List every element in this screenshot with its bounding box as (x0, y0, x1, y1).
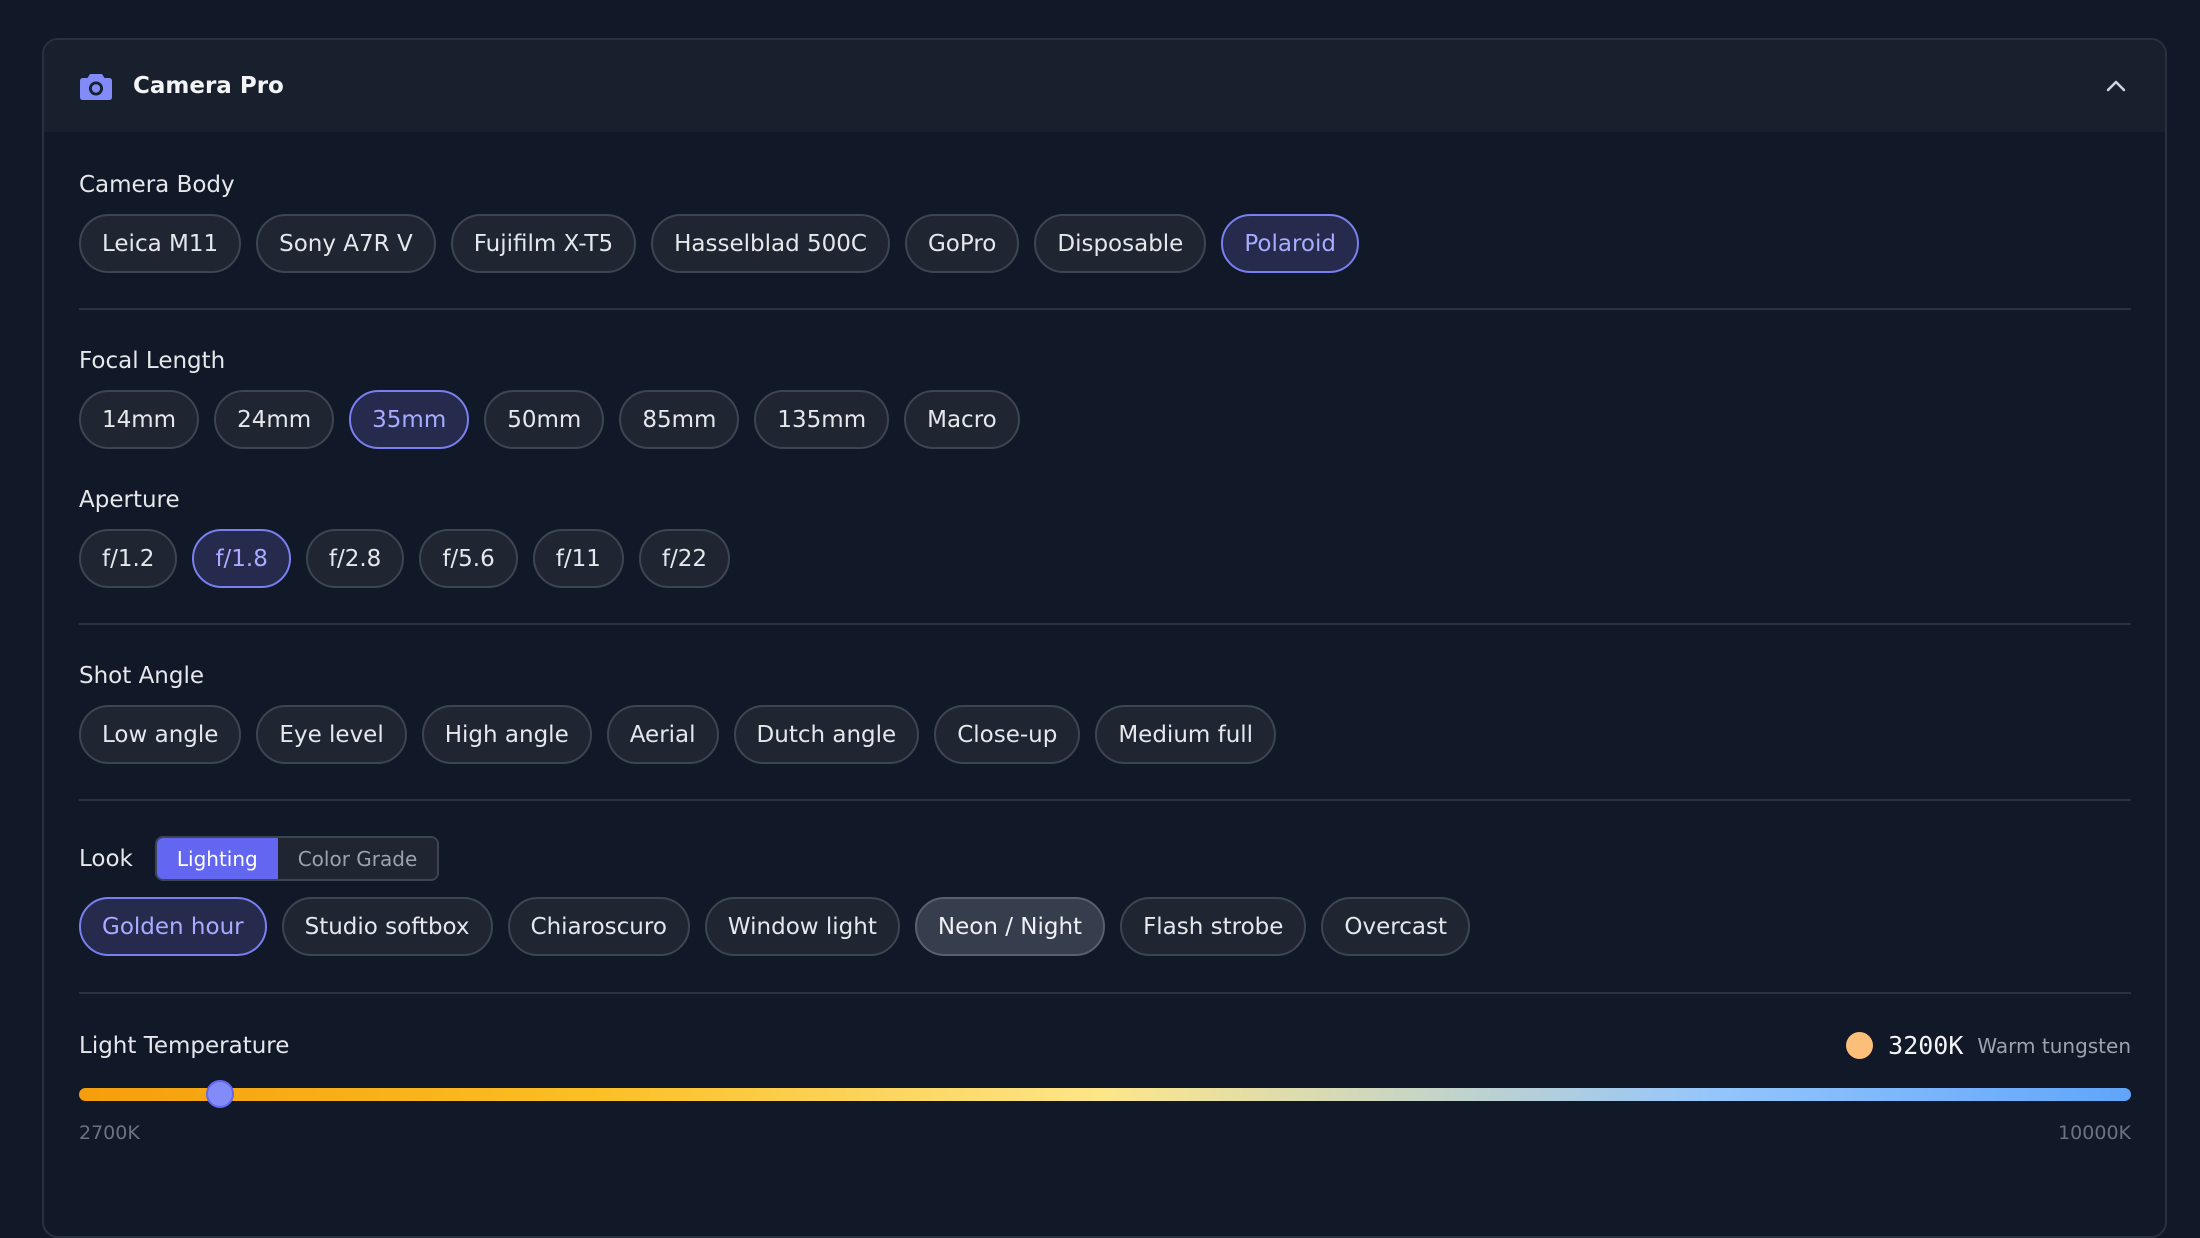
camera-body-label: Camera Body (79, 172, 235, 198)
focal-length-option[interactable]: 85mm (619, 390, 740, 449)
focal-length-option[interactable]: 50mm (484, 390, 605, 449)
look-option[interactable]: Studio softbox (281, 897, 493, 956)
temperature-readout: 3200K Warm tungsten (1846, 1031, 2131, 1060)
slider-thumb[interactable] (205, 1080, 234, 1108)
tab-lighting[interactable]: Lighting (156, 838, 278, 879)
shot-angle-option[interactable]: Close-up (934, 705, 1081, 764)
shot-angle-option[interactable]: High angle (421, 705, 592, 764)
light-temperature-slider[interactable] (79, 1079, 2131, 1109)
look-option[interactable]: Golden hour (79, 897, 267, 956)
shot-angle-option[interactable]: Dutch angle (733, 705, 920, 764)
look-header: Look Lighting Color Grade (79, 836, 2131, 881)
panel-title: Camera Pro (133, 73, 284, 99)
look-option[interactable]: Chiaroscuro (507, 897, 690, 956)
temperature-description: Warm tungsten (1977, 1033, 2131, 1058)
aperture-label: Aperture (79, 487, 180, 513)
panel-header[interactable]: Camera Pro (44, 40, 2165, 132)
shot-angle-option[interactable]: Eye level (256, 705, 407, 764)
camera-body-option[interactable]: GoPro (904, 214, 1020, 273)
shot-angle-option[interactable]: Low angle (79, 705, 242, 764)
light-temperature-header: Light Temperature 3200K Warm tungsten (79, 1031, 2131, 1060)
look-option[interactable]: Flash strobe (1120, 897, 1307, 956)
focal-length-option[interactable]: 14mm (79, 390, 200, 449)
look-mode-toggle: Lighting Color Grade (154, 836, 440, 881)
lighting-options: Golden hour Studio softbox Chiaroscuro Wind… (79, 897, 2131, 956)
shot-angle-options: Low angle Eye level High angle Aerial Dutch … (79, 705, 2131, 764)
camera-body-option[interactable]: Polaroid (1221, 214, 1359, 273)
shot-angle-option[interactable]: Medium full (1095, 705, 1277, 764)
look-option[interactable]: Overcast (1321, 897, 1470, 956)
focal-length-options: 14mm 24mm 35mm 50mm 85mm 135mm Macro (79, 390, 2131, 449)
temperature-swatch (1846, 1032, 1874, 1059)
look-option[interactable]: Window light (704, 897, 900, 956)
camera-body-options: Leica M11 Sony A7R V Fujifilm X-T5 Hasselbl… (79, 214, 2131, 273)
chevron-up-icon[interactable] (2101, 71, 2131, 101)
aperture-options: f/1.2 f/1.8 f/2.8 f/5.6 f/11 f/22 (79, 529, 2131, 588)
focal-length-option[interactable]: 135mm (754, 390, 890, 449)
focal-length-option[interactable]: 35mm (349, 390, 470, 449)
aperture-option[interactable]: f/1.8 (192, 529, 291, 588)
shot-angle-label: Shot Angle (79, 663, 205, 689)
panel-body: Camera Body Leica M11 Sony A7R V Fujifilm … (44, 132, 2165, 1144)
camera-body-option[interactable]: Sony A7R V (256, 214, 436, 273)
aperture-option[interactable]: f/2.8 (305, 529, 405, 588)
slider-range-labels: 2700K 10000K (79, 1122, 2131, 1144)
slider-track[interactable] (79, 1088, 2131, 1101)
camera-body-option[interactable]: Hasselblad 500C (651, 214, 890, 273)
look-option[interactable]: Neon / Night (914, 897, 1106, 956)
focal-length-label: Focal Length (79, 348, 226, 374)
aperture-option[interactable]: f/1.2 (79, 529, 178, 588)
slider-max-label: 10000K (2058, 1122, 2131, 1144)
tab-color-grade[interactable]: Color Grade (277, 838, 438, 879)
aperture-option[interactable]: f/22 (638, 529, 730, 588)
camera-body-option[interactable]: Leica M11 (79, 214, 242, 273)
focal-length-option[interactable]: Macro (904, 390, 1020, 449)
camera-body-option[interactable]: Disposable (1034, 214, 1207, 273)
light-temperature-label: Light Temperature (79, 1032, 290, 1059)
slider-min-label: 2700K (79, 1122, 140, 1144)
camera-pro-panel: Camera Pro Camera Body Leica M11 Sony A7R… (42, 38, 2167, 1238)
focal-length-option[interactable]: 24mm (214, 390, 335, 449)
camera-icon (79, 69, 113, 103)
aperture-option[interactable]: f/5.6 (419, 529, 518, 588)
aperture-option[interactable]: f/11 (532, 529, 624, 588)
temperature-value: 3200K (1888, 1031, 1964, 1060)
shot-angle-option[interactable]: Aerial (606, 705, 719, 764)
camera-body-option[interactable]: Fujifilm X-T5 (450, 214, 637, 273)
look-label: Look (79, 845, 133, 872)
